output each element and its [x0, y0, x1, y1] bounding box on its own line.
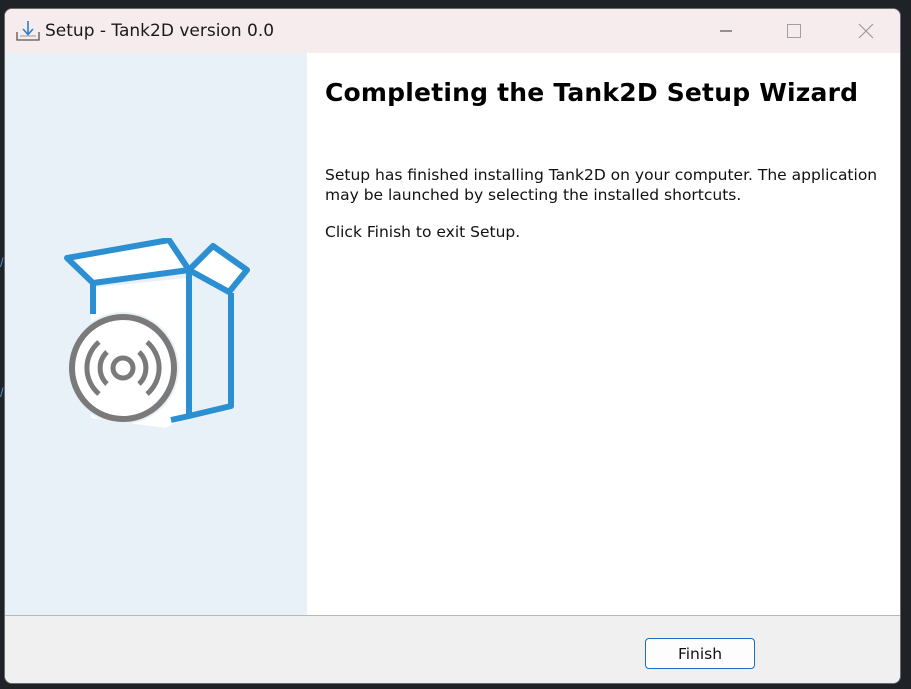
maximize-button[interactable] — [762, 9, 826, 53]
exit-instruction: Click Finish to exit Setup. — [325, 223, 521, 241]
wizard-content: Completing the Tank2D Setup Wizard Setup… — [307, 53, 900, 615]
title-bar[interactable]: Setup - Tank2D version 0.0 — [5, 9, 900, 53]
button-bar: Finish — [5, 615, 900, 683]
close-button[interactable] — [834, 9, 898, 53]
page-title: Completing the Tank2D Setup Wizard — [325, 78, 859, 107]
finished-message: Setup has finished installing Tank2D on … — [325, 166, 878, 204]
wizard-side-panel — [5, 53, 307, 615]
finish-button[interactable]: Finish — [645, 638, 755, 669]
close-icon — [858, 23, 874, 39]
setup-download-icon — [16, 21, 40, 41]
minimize-button[interactable] — [694, 9, 758, 53]
maximize-icon — [787, 24, 801, 38]
window-title: Setup - Tank2D version 0.0 — [45, 21, 275, 41]
setup-window: Setup - Tank2D version 0.0 Completing th… — [4, 8, 901, 684]
minimize-icon — [720, 30, 732, 32]
box-with-disc-icon — [64, 238, 250, 428]
